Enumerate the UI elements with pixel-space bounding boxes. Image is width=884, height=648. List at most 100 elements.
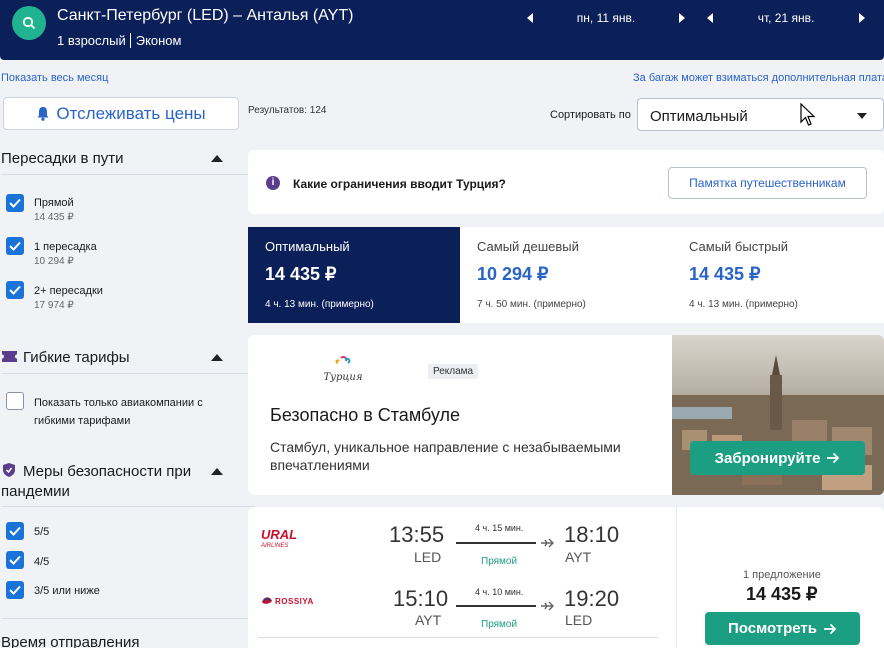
svg-text:ROSSIYA: ROSSIYA [275, 597, 314, 606]
flexible-fares-title[interactable]: Гибкие тарифы [23, 349, 130, 366]
tab-optimal[interactable]: Оптимальный 14 435 ₽ 4 ч. 13 мин. (приме… [248, 227, 460, 323]
outbound-duration: 4 ч. 15 мин. [475, 523, 524, 533]
safety-option-label: 4/5 [34, 556, 50, 568]
outbound-direct-label: Прямой [481, 556, 518, 567]
safety-title-2: пандемии [1, 483, 70, 500]
stops-option-label: Прямой [34, 197, 74, 209]
arrow-right-icon [827, 452, 840, 464]
date-back[interactable]: чт, 21 янв. [713, 11, 859, 25]
arrow-right-icon [824, 623, 837, 634]
chevron-down-icon [857, 113, 867, 119]
ad-badge: Реклама [428, 364, 479, 379]
date-out-nav: пн, 11 янв. [527, 10, 685, 26]
outbound-arrival-time: 18:10 [564, 522, 620, 547]
turkey-logo: Турция [324, 356, 363, 383]
tab-duration: 4 ч. 13 мин. (примерно) [689, 299, 798, 310]
book-now-button[interactable]: Забронируйте [690, 441, 865, 475]
divider [258, 637, 658, 638]
tab-name: Оптимальный [265, 239, 350, 254]
inbound-arrival-code: LED [565, 612, 593, 628]
stops-section-title[interactable]: Пересадки в пути [1, 150, 124, 167]
sort-select[interactable]: Оптимальный [637, 98, 884, 131]
checkmark-icon [9, 526, 21, 536]
next-date-out-icon[interactable] [679, 13, 685, 23]
tab-price: 14 435 ₽ [689, 264, 761, 284]
tab-fastest[interactable]: Самый быстрый 14 435 ₽ 4 ч. 13 мин. (при… [672, 227, 884, 323]
checkmark-icon [9, 241, 21, 251]
offers-count: 1 предложение [743, 569, 821, 581]
safety-title[interactable]: Меры безопасности при [23, 463, 191, 480]
flight-result-card[interactable]: URAL AIRLINES 13:55 LED 4 ч. 15 мин. Пря… [248, 507, 884, 648]
checkbox-safety-3[interactable] [6, 581, 24, 599]
route-title[interactable]: Санкт-Петербург (LED) – Анталья (AYT) [57, 7, 353, 25]
cabin-class: Эконом [135, 33, 182, 48]
checkbox-safety-5[interactable] [6, 522, 24, 540]
checkbox-direct[interactable] [6, 194, 24, 212]
baggage-fee-link[interactable]: За багаж может взиматься дополнительная … [633, 72, 884, 84]
sort-tabs: Оптимальный 14 435 ₽ 4 ч. 13 мин. (приме… [248, 227, 884, 323]
svg-text:AIRLINES: AIRLINES [260, 543, 288, 549]
safety-option-label: 3/5 или ниже [34, 585, 100, 597]
divider [1, 618, 254, 619]
show-month-link[interactable]: Показать весь месяц [1, 72, 108, 84]
book-now-label: Забронируйте [714, 449, 821, 467]
collapse-stops-icon[interactable] [211, 155, 223, 162]
checkbox-flexible-only[interactable] [6, 392, 24, 410]
flight-line [456, 605, 536, 607]
checkbox-one-stop[interactable] [6, 237, 24, 255]
passengers-cabin[interactable]: 1 взрослый Эконом [57, 33, 181, 48]
ticket-icon [2, 351, 17, 362]
checkmark-icon [9, 285, 21, 295]
stops-option-label: 2+ пересадки [34, 285, 103, 297]
divider [1, 373, 254, 374]
outbound-arrival-code: AYT [565, 549, 592, 565]
view-flight-button[interactable]: Посмотреть [705, 612, 860, 645]
info-icon: i [266, 176, 280, 190]
search-header: Санкт-Петербург (LED) – Анталья (AYT) 1 … [0, 0, 884, 60]
tab-cheapest[interactable]: Самый дешевый 10 294 ₽ 7 ч. 50 мин. (при… [460, 227, 672, 323]
checkbox-two-plus-stops[interactable] [6, 281, 24, 299]
stops-option-price: 10 294 ₽ [34, 256, 74, 267]
tab-name: Самый дешевый [477, 239, 579, 254]
departure-time-title[interactable]: Время отправления [1, 634, 140, 648]
checkmark-icon [9, 585, 21, 595]
track-prices-label: Отслеживать цены [56, 103, 206, 123]
flex-option-label-2: гибкими тарифами [34, 415, 131, 427]
inbound-departure-code: AYT [415, 612, 442, 628]
restrictions-question: Какие ограничения вводит Турция? [293, 177, 506, 191]
safety-option-label: 5/5 [34, 526, 50, 538]
flight-price: 14 435 ₽ [746, 584, 818, 604]
stops-option-label: 1 пересадка [34, 241, 97, 253]
outbound-departure-time: 13:55 [389, 522, 445, 547]
shield-icon [3, 463, 15, 477]
mouse-cursor-icon [800, 103, 816, 126]
sort-label: Сортировать по [550, 109, 631, 121]
collapse-safety-icon[interactable] [211, 468, 223, 475]
tab-price: 14 435 ₽ [265, 264, 337, 284]
travel-memo-button[interactable]: Памятка путешественникам [668, 167, 867, 199]
logo-text: Турция [324, 372, 363, 383]
search-button[interactable] [12, 6, 46, 40]
separator [129, 33, 131, 48]
divider [1, 506, 254, 507]
tab-duration: 7 ч. 50 мин. (примерно) [477, 299, 586, 310]
inbound-departure-time: 15:10 [393, 586, 449, 611]
checkmark-icon [9, 198, 21, 208]
bell-icon [37, 107, 49, 121]
search-icon [22, 16, 36, 30]
date-out[interactable]: пн, 11 янв. [533, 11, 679, 25]
ad-text: Стамбул, уникальное направление с незабы… [270, 439, 621, 473]
track-prices-button[interactable]: Отслеживать цены [3, 97, 239, 130]
checkbox-safety-4[interactable] [6, 551, 24, 569]
inbound-direct-label: Прямой [481, 619, 518, 630]
next-date-back-icon[interactable] [859, 13, 865, 23]
ad-card[interactable]: Турция Реклама Безопасно в Стамбуле Стам… [248, 335, 884, 495]
rossiya-logo: ROSSIYA [262, 597, 314, 606]
collapse-flex-icon[interactable] [211, 354, 223, 361]
stops-option-price: 14 435 ₽ [34, 212, 74, 223]
tab-name: Самый быстрый [689, 239, 788, 254]
flight-line [456, 542, 536, 544]
divider [1, 174, 254, 175]
flex-option-label: Показать только авиакомпании с [34, 397, 203, 409]
inbound-duration: 4 ч. 10 мин. [475, 587, 524, 597]
